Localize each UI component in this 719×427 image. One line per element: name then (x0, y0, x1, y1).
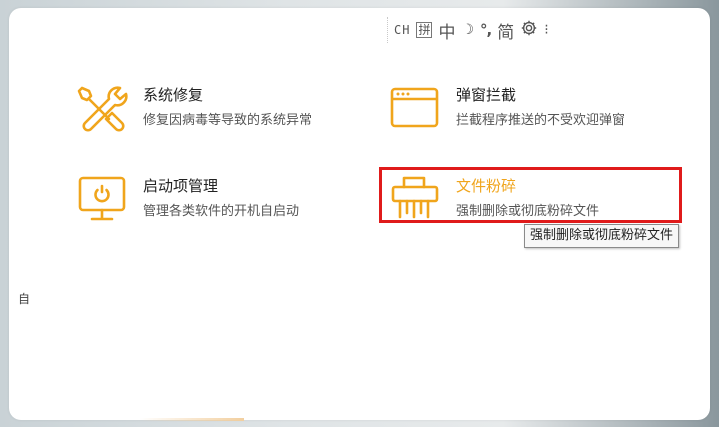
highlight-box (379, 167, 682, 223)
ime-mode-toggle[interactable]: CH (394, 23, 410, 37)
tool-title: 启动项管理 (143, 177, 219, 195)
wrench-screwdriver-icon (76, 82, 128, 134)
tool-description: 拦截程序推送的不受欢迎弹窗 (456, 113, 626, 128)
ime-script-toggle[interactable]: 简 (497, 18, 514, 43)
ime-toolbar: CH 拼 中 ☽ °, 简 ⁝ (387, 17, 549, 43)
tool-title: 弹窗拦截 (456, 86, 517, 104)
tooltip: 强制删除或彻底粉碎文件 (524, 224, 680, 248)
side-text: 自 (18, 292, 31, 306)
ime-pinyin-button[interactable]: 拼 (416, 22, 433, 38)
tool-title: 系统修复 (143, 86, 204, 104)
tool-popup-blocker[interactable]: 弹窗拦截 拦截程序推送的不受欢迎弹窗 (389, 82, 679, 142)
bottom-accent-bar (140, 418, 244, 421)
ime-width-toggle[interactable]: ☽ (461, 22, 474, 38)
ime-more-icon[interactable]: ⁝ (544, 23, 548, 37)
monitor-startup-icon (76, 173, 128, 225)
ime-punctuation-toggle[interactable]: °, (480, 21, 492, 39)
popup-window-icon (389, 82, 441, 134)
tool-system-repair[interactable]: 系统修复 修复因病毒等导致的系统异常 (76, 82, 366, 142)
ime-language-toggle[interactable]: 中 (438, 18, 455, 43)
tool-startup-manager[interactable]: 启动项管理 管理各类软件的开机自启动 (76, 173, 366, 233)
tool-description: 管理各类软件的开机自启动 (143, 204, 300, 219)
tool-description: 修复因病毒等导致的系统异常 (143, 113, 313, 128)
ime-settings-gear-icon[interactable] (520, 19, 538, 41)
